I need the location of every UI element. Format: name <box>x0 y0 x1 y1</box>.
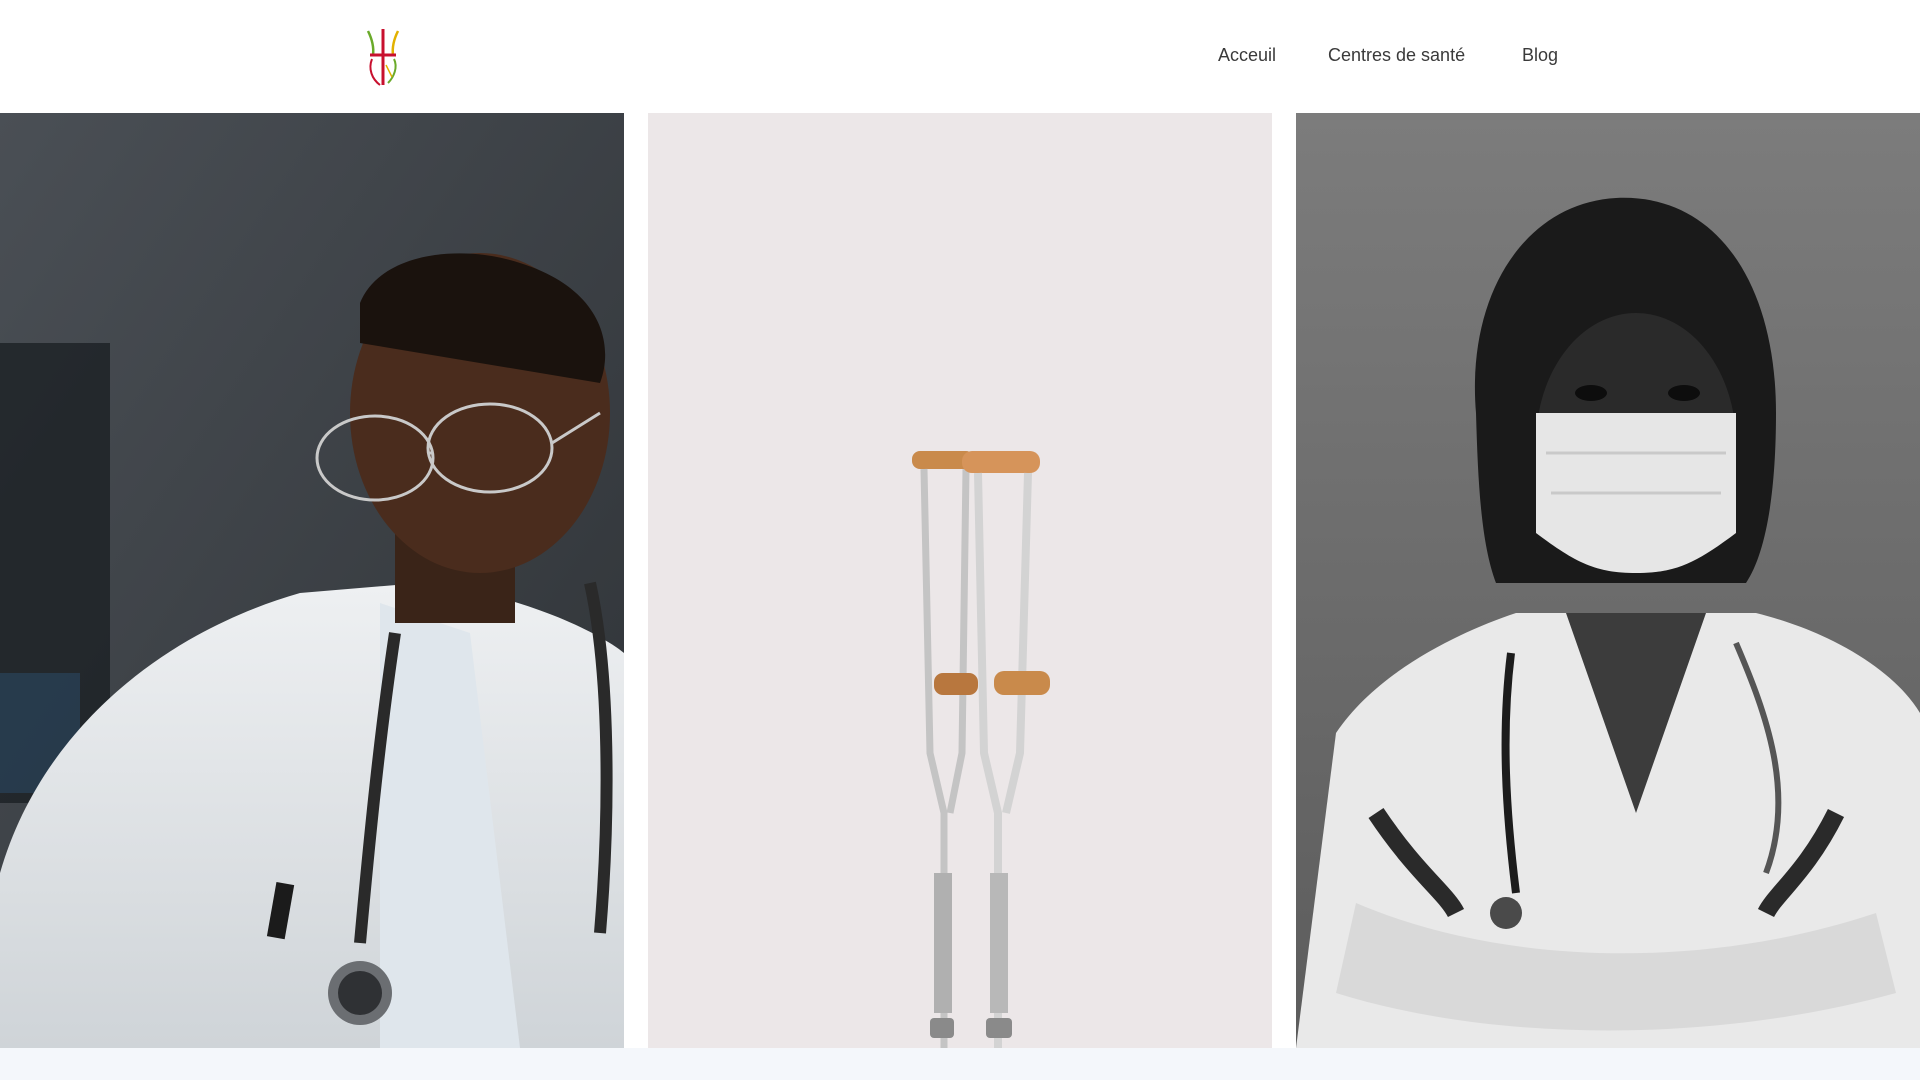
nav-link-blog[interactable]: Blog <box>1522 45 1558 66</box>
nav-link-centres-de-sante[interactable]: Centres de santé <box>1328 45 1465 66</box>
nav-link-accueil[interactable]: Acceuil <box>1218 45 1276 66</box>
gallery-photo-doctor <box>0 113 624 1048</box>
photo-gallery <box>0 113 1920 1048</box>
main-nav: Acceuil Centres de santé Blog <box>0 45 1920 69</box>
site-header: Acceuil Centres de santé Blog <box>0 0 1920 113</box>
doctor-photo-image <box>0 113 624 1048</box>
gallery-photo-crutches <box>648 113 1272 1048</box>
gallery-photo-masked-doctor <box>1296 113 1920 1048</box>
footer-band <box>0 1048 1920 1080</box>
crutches-photo-image <box>648 113 1272 1048</box>
masked-doctor-photo-image <box>1296 113 1920 1048</box>
